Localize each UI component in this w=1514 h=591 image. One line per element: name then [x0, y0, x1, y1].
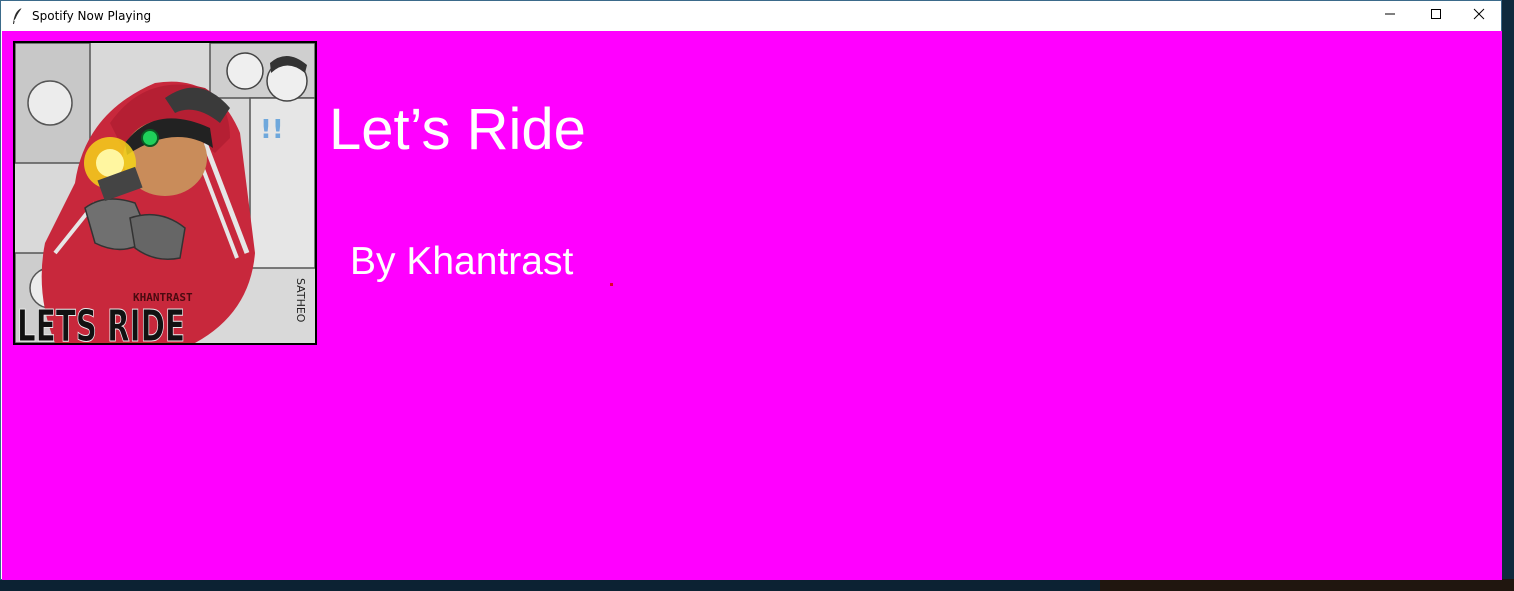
- artist-name: By Khantrast: [350, 240, 574, 283]
- now-playing-panel: !! SATHEO KHANTRAST LETS RIDE Let’s Ride…: [2, 31, 1502, 580]
- album-art-title: LETS RIDE: [17, 301, 185, 343]
- album-art: !! SATHEO KHANTRAST LETS RIDE: [13, 41, 317, 345]
- feather-icon: [11, 7, 25, 25]
- close-button[interactable]: [1456, 1, 1502, 31]
- pixel-artifact: [610, 283, 613, 286]
- track-title: Let’s Ride: [329, 97, 586, 162]
- now-playing-window: Spotify Now Playing !! SATHEO KHANTRAST …: [0, 0, 1502, 580]
- title-bar[interactable]: Spotify Now Playing: [1, 1, 1501, 31]
- maximize-icon: [1430, 7, 1442, 25]
- maximize-button[interactable]: [1413, 1, 1459, 31]
- minimize-button[interactable]: [1367, 1, 1413, 31]
- background-window-edge: [1100, 579, 1514, 591]
- svg-text:!!: !!: [260, 115, 284, 145]
- window-title: Spotify Now Playing: [32, 9, 152, 23]
- album-art-signature: SATHEO: [294, 278, 307, 323]
- close-icon: [1473, 7, 1485, 25]
- minimize-icon: [1384, 7, 1396, 25]
